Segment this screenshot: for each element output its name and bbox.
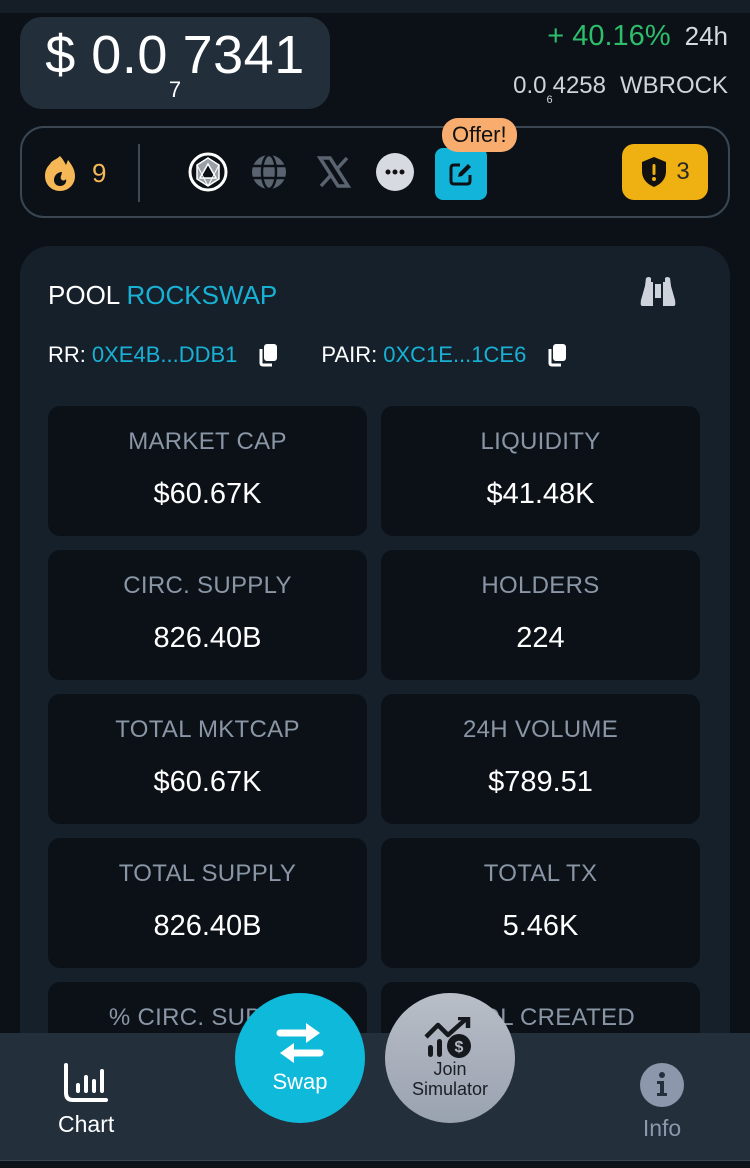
pool-panel: POOL ROCKSWAP RR: 0XE4B...DDB1 PAIR: 0XC… bbox=[20, 246, 730, 1146]
pair-price: 0.064258 WBROCK bbox=[513, 72, 728, 106]
stat-card-market-cap: MARKET CAP $60.67K bbox=[48, 406, 367, 536]
address-row: RR: 0XE4B...DDB1 PAIR: 0XC1E...1CE6 bbox=[48, 342, 568, 368]
pool-label: POOL bbox=[48, 280, 120, 310]
security-warnings-button[interactable]: 3 bbox=[622, 144, 708, 200]
copy-icon[interactable] bbox=[546, 343, 568, 367]
price-display: $ 0.077341 bbox=[20, 17, 330, 109]
swap-arrows-icon bbox=[276, 1023, 324, 1063]
edit-button[interactable] bbox=[435, 148, 487, 200]
simulator-label-line1: Join bbox=[433, 1059, 467, 1079]
stat-card-total-supply: TOTAL SUPPLY 826.40B bbox=[48, 838, 367, 968]
status-strip bbox=[0, 0, 750, 13]
x-twitter-icon[interactable] bbox=[314, 152, 354, 192]
fire-count: 9 bbox=[92, 158, 107, 188]
stat-card-24h-volume: 24H VOLUME $789.51 bbox=[381, 694, 700, 824]
nav-chart-label: Chart bbox=[58, 1111, 115, 1137]
stat-label: TOTAL MKTCAP bbox=[115, 716, 300, 743]
shield-alert-icon bbox=[642, 157, 667, 187]
stat-card-holders: HOLDERS 224 bbox=[381, 550, 700, 680]
join-simulator-button[interactable]: $ Join Simulator bbox=[385, 993, 515, 1123]
stat-value: $41.48K bbox=[486, 478, 595, 510]
stat-label: HOLDERS bbox=[481, 572, 600, 599]
stat-value: 224 bbox=[516, 622, 565, 654]
stat-label: TOTAL TX bbox=[483, 860, 598, 887]
warning-count: 3 bbox=[676, 158, 690, 185]
stat-card-circ-supply: CIRC. SUPPLY 826.40B bbox=[48, 550, 367, 680]
pair-symbol: WBROCK bbox=[620, 72, 728, 99]
change-percent: + 40.16% bbox=[547, 20, 671, 52]
stat-card-total-mktcap: TOTAL MKTCAP $60.67K bbox=[48, 694, 367, 824]
stats-grid: MARKET CAP $60.67K LIQUIDITY $41.48K CIRC.… bbox=[48, 406, 700, 1112]
trading-simulator-icon: $ bbox=[424, 1017, 471, 1058]
stat-label: MARKET CAP bbox=[128, 428, 287, 455]
rr-address[interactable]: 0XE4B...DDB1 bbox=[92, 342, 238, 368]
offer-badge[interactable]: Offer! bbox=[442, 118, 517, 152]
stat-value: 826.40B bbox=[153, 910, 262, 942]
social-bar: 9 Offer! 3 bbox=[20, 118, 730, 218]
fire-icon[interactable] bbox=[42, 154, 78, 192]
stat-card-total-tx: TOTAL TX 5.46K bbox=[381, 838, 700, 968]
divider bbox=[138, 144, 140, 202]
stat-label: 24H VOLUME bbox=[462, 716, 619, 743]
stat-label: LIQUIDITY bbox=[480, 428, 601, 455]
bottom-nav: Chart Info bbox=[0, 1033, 750, 1160]
copy-icon[interactable] bbox=[257, 343, 279, 367]
pool-name[interactable]: ROCKSWAP bbox=[127, 280, 278, 310]
stat-value: 826.40B bbox=[153, 622, 262, 654]
chart-icon bbox=[64, 1063, 109, 1102]
stat-card-liquidity: LIQUIDITY $41.48K bbox=[381, 406, 700, 536]
token-price: $ 0.077341 bbox=[45, 24, 305, 102]
globe-icon[interactable] bbox=[249, 152, 289, 192]
chain-logo-icon[interactable] bbox=[188, 152, 228, 192]
pool-title: POOL ROCKSWAP bbox=[48, 280, 277, 311]
change-period: 24h bbox=[684, 21, 728, 51]
pair-label: PAIR: bbox=[321, 342, 378, 367]
nav-info[interactable]: Info bbox=[640, 1063, 684, 1142]
home-indicator-strip bbox=[0, 1160, 750, 1168]
stat-value: $60.67K bbox=[153, 766, 262, 798]
pair-price-value: 0.064258 bbox=[513, 72, 606, 106]
edit-icon bbox=[449, 163, 472, 186]
price-change: + 40.16% 24h bbox=[547, 20, 728, 53]
stat-value: $789.51 bbox=[488, 766, 593, 798]
stat-value: 5.46K bbox=[502, 910, 579, 942]
svg-text:$: $ bbox=[455, 1039, 464, 1056]
simulator-label-line2: Simulator bbox=[411, 1079, 489, 1099]
stat-label: TOTAL SUPPLY bbox=[118, 860, 297, 887]
stat-value: $60.67K bbox=[153, 478, 262, 510]
swap-label: Swap bbox=[272, 1069, 328, 1094]
stat-label: CIRC. SUPPLY bbox=[123, 572, 292, 599]
binoculars-icon[interactable] bbox=[640, 276, 676, 308]
pair-address[interactable]: 0XC1E...1CE6 bbox=[383, 342, 526, 368]
swap-button[interactable]: Swap bbox=[235, 993, 365, 1123]
more-icon[interactable] bbox=[375, 152, 415, 192]
nav-chart[interactable]: Chart bbox=[58, 1063, 114, 1138]
nav-info-label: Info bbox=[642, 1115, 682, 1141]
rr-label: RR: bbox=[48, 342, 86, 367]
info-icon bbox=[640, 1063, 684, 1107]
